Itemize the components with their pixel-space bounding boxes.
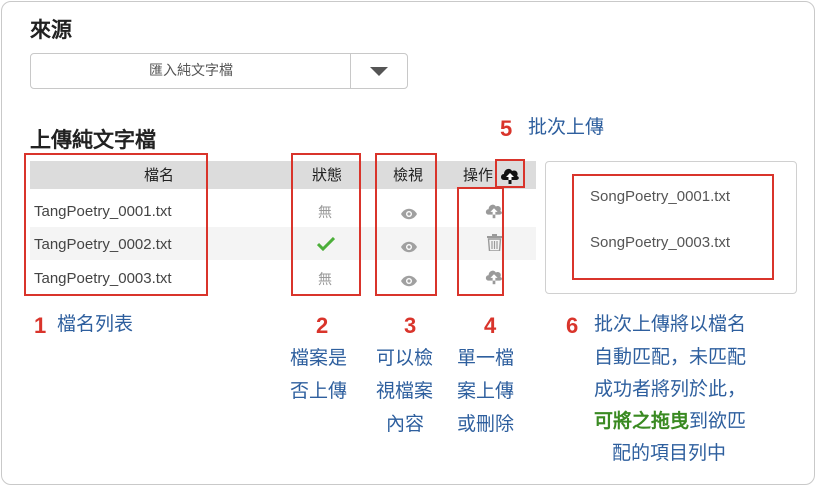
annotation-box-batch-upload bbox=[495, 159, 525, 188]
annotation-box-unmatched bbox=[572, 174, 774, 280]
annotation-text-1: 檔名列表 bbox=[57, 313, 134, 335]
annotation-number-2: 2 bbox=[316, 313, 329, 338]
annotation-number-4: 4 bbox=[484, 313, 497, 338]
annotation-box-file-list bbox=[24, 153, 208, 296]
source-select[interactable]: 匯入純文字檔 bbox=[30, 53, 408, 89]
source-select-value: 匯入純文字檔 bbox=[149, 63, 233, 79]
annotation-number-3: 3 bbox=[404, 313, 417, 338]
annotation-text-4-line1: 單一檔 bbox=[457, 347, 515, 369]
annotation-number-6: 6 bbox=[566, 313, 579, 338]
source-select-toggle[interactable] bbox=[350, 54, 407, 88]
annotation-number-1: 1 bbox=[34, 313, 47, 338]
annotation-box-view bbox=[375, 153, 437, 296]
annotation-text-6-line4: 可將之拖曳到欲匹 bbox=[594, 406, 746, 437]
annotation-text-6-line3: 成功者將列於此， bbox=[594, 378, 747, 400]
annotation-box-actions bbox=[457, 187, 504, 296]
upload-heading: 上傳純文字檔 bbox=[30, 128, 156, 152]
annotation-text-6-line5: 配的項目列中 bbox=[612, 442, 727, 464]
annotation-text-3-line3: 內容 bbox=[386, 413, 425, 435]
annotation-text-3-line2: 視檔案 bbox=[376, 380, 434, 402]
annotation-text-2-line1: 檔案是 bbox=[290, 347, 348, 369]
annotation-text-6-line4-rest: 到欲匹 bbox=[689, 410, 747, 432]
annotation-highlight-drag: 可將之拖曳 bbox=[594, 410, 690, 432]
annotation-text-3-line1: 可以檢 bbox=[376, 347, 434, 369]
annotation-text-4-line2: 案上傳 bbox=[457, 380, 515, 402]
annotation-text-4-line3: 或刪除 bbox=[457, 413, 515, 435]
annotation-number-5: 5 bbox=[500, 116, 513, 141]
annotation-text-2-line2: 否上傳 bbox=[290, 380, 348, 402]
col-action-header: 操作 bbox=[462, 166, 493, 184]
annotation-text-6-line1: 批次上傳將以檔名 bbox=[594, 313, 747, 335]
annotation-text-6-line2: 自動匹配，未匹配 bbox=[594, 346, 747, 368]
source-heading: 來源 bbox=[30, 18, 72, 42]
annotation-text-5: 批次上傳 bbox=[528, 116, 605, 138]
chevron-down-icon bbox=[370, 67, 388, 76]
annotation-box-status bbox=[291, 153, 361, 296]
